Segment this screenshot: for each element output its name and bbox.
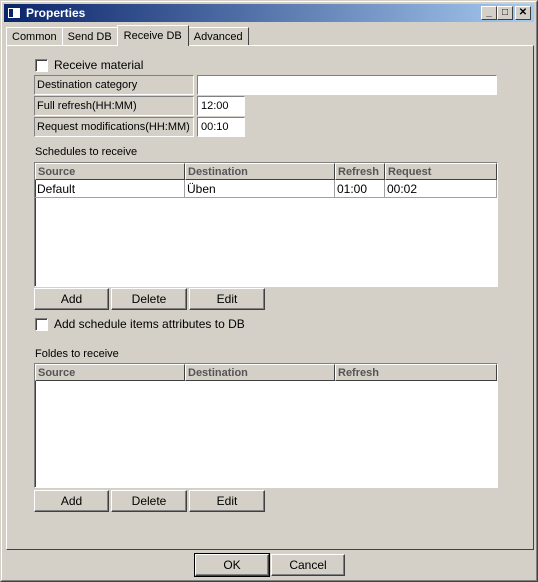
- add-schedule-attrs-label: Add schedule items attributes to DB: [54, 317, 245, 331]
- tab-common[interactable]: Common: [6, 27, 63, 45]
- foldes-edit-button[interactable]: Edit: [189, 490, 265, 512]
- table-row[interactable]: Default Üben 01:00 00:02: [35, 180, 497, 198]
- full-refresh-label: Full refresh(HH:MM): [34, 96, 194, 116]
- schedules-list[interactable]: Source Destination Refresh Request Defau…: [34, 162, 498, 287]
- tab-strip: Common Send DB Receive DB Advanced: [6, 25, 249, 46]
- receive-material-row: Receive material: [35, 58, 143, 72]
- col-source[interactable]: Source: [35, 364, 185, 381]
- window-title: Properties: [26, 6, 86, 20]
- schedules-add-button[interactable]: Add: [34, 288, 109, 310]
- schedules-header: Source Destination Refresh Request: [35, 163, 497, 180]
- title-bar[interactable]: Properties _ □ ✕: [4, 4, 534, 22]
- cell-destination: Üben: [185, 180, 335, 198]
- destination-category-label: Destination category: [34, 75, 194, 95]
- col-refresh[interactable]: Refresh: [335, 364, 497, 381]
- receive-material-checkbox[interactable]: [35, 58, 48, 72]
- tab-send-db[interactable]: Send DB: [61, 27, 118, 45]
- schedules-delete-button[interactable]: Delete: [111, 288, 187, 310]
- request-modifications-label: Request modifications(HH:MM): [34, 117, 194, 137]
- col-source[interactable]: Source: [35, 163, 185, 180]
- app-icon: [7, 7, 21, 19]
- cell-source: Default: [35, 180, 185, 198]
- foldes-title: Foldes to receive: [35, 348, 119, 360]
- full-refresh-input[interactable]: 12:00: [197, 96, 245, 116]
- foldes-add-button[interactable]: Add: [34, 490, 109, 512]
- maximize-icon[interactable]: □: [497, 6, 513, 20]
- schedules-title: Schedules to receive: [35, 146, 138, 158]
- foldes-delete-button[interactable]: Delete: [111, 490, 187, 512]
- add-schedule-attrs-checkbox[interactable]: [35, 317, 48, 331]
- properties-window: Properties _ □ ✕ Common Send DB Receive …: [0, 0, 538, 582]
- request-modifications-input[interactable]: 00:10: [197, 117, 245, 137]
- receive-material-label: Receive material: [54, 58, 144, 72]
- close-icon[interactable]: ✕: [515, 6, 531, 20]
- foldes-header: Source Destination Refresh: [35, 364, 497, 381]
- foldes-list[interactable]: Source Destination Refresh: [34, 363, 498, 488]
- tab-advanced[interactable]: Advanced: [187, 27, 249, 45]
- cell-refresh: 01:00: [335, 180, 385, 198]
- minimize-icon[interactable]: _: [481, 6, 497, 20]
- ok-button[interactable]: OK: [194, 553, 270, 577]
- col-destination[interactable]: Destination: [185, 163, 335, 180]
- add-schedule-attrs-row: Add schedule items attributes to DB: [35, 317, 245, 331]
- cell-request: 00:02: [385, 180, 497, 198]
- schedules-edit-button[interactable]: Edit: [189, 288, 265, 310]
- col-refresh[interactable]: Refresh: [335, 163, 385, 180]
- cancel-button[interactable]: Cancel: [271, 554, 345, 576]
- tab-receive-db[interactable]: Receive DB: [116, 25, 189, 46]
- title-bar-buttons: _ □ ✕: [481, 6, 531, 20]
- col-request[interactable]: Request: [385, 163, 497, 180]
- col-destination[interactable]: Destination: [185, 364, 335, 381]
- destination-category-input[interactable]: [197, 75, 497, 95]
